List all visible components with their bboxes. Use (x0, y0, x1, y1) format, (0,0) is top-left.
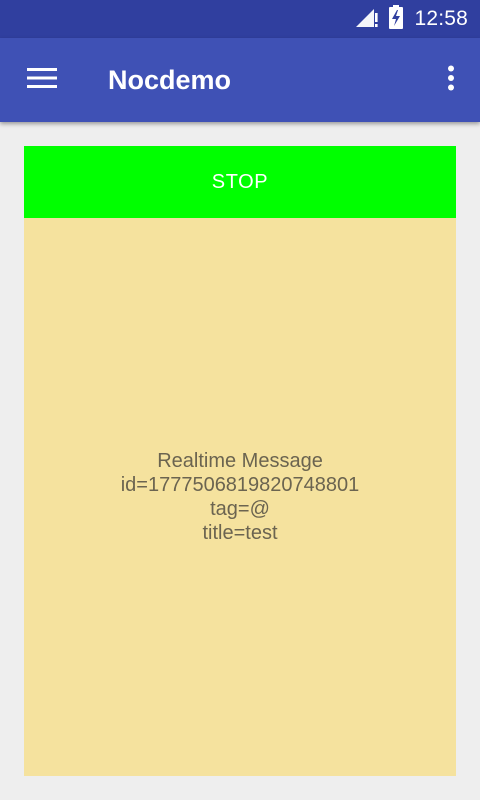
message-tag: tag=@ (210, 498, 270, 520)
status-time: 12:58 (414, 7, 468, 30)
app-title: Nocdemo (108, 64, 232, 95)
status-icons: 12:58 (354, 0, 468, 38)
message-text: Realtime Message id=1777506819820748801 … (121, 449, 360, 545)
battery-charging-icon (388, 4, 404, 35)
hamburger-menu-button[interactable] (20, 60, 64, 100)
overflow-menu-icon (447, 65, 455, 96)
message-panel: Realtime Message id=1777506819820748801 … (24, 218, 456, 776)
signal-no-data-icon (354, 5, 379, 34)
hamburger-menu-icon (27, 67, 57, 94)
message-id: id=1777506819820748801 (120, 474, 360, 496)
stop-button[interactable]: STOP (24, 146, 456, 218)
message-heading: Realtime Message (157, 450, 323, 472)
app-bar: Nocdemo (0, 38, 480, 122)
overflow-menu-button[interactable] (440, 60, 462, 100)
status-bar: 12:58 (0, 0, 480, 38)
message-title: title=test (202, 522, 278, 544)
